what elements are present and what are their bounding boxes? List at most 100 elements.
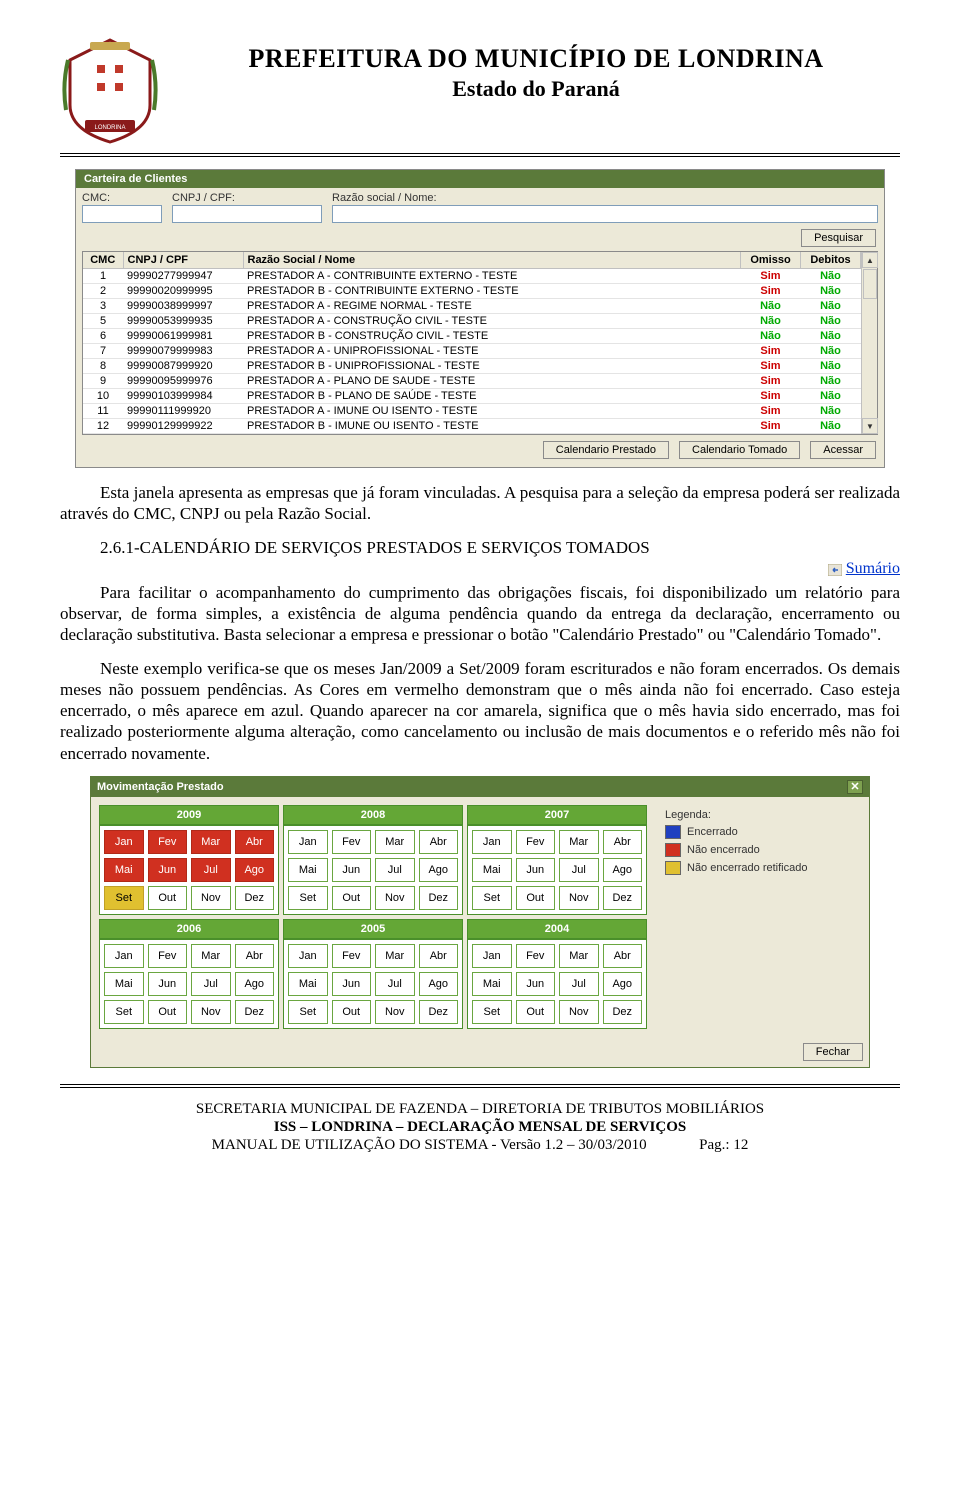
month-2006-fev[interactable]: Fev	[148, 944, 188, 968]
table-row[interactable]: 999990095999976PRESTADOR A - PLANO DE SA…	[83, 374, 861, 389]
month-2004-fev[interactable]: Fev	[516, 944, 556, 968]
month-2009-abr[interactable]: Abr	[235, 830, 275, 854]
month-2008-set[interactable]: Set	[288, 886, 328, 910]
month-2007-jul[interactable]: Jul	[559, 858, 599, 882]
month-2006-mai[interactable]: Mai	[104, 972, 144, 996]
month-2005-ago[interactable]: Ago	[419, 972, 459, 996]
month-2004-jan[interactable]: Jan	[472, 944, 512, 968]
month-2004-jul[interactable]: Jul	[559, 972, 599, 996]
month-2005-jun[interactable]: Jun	[332, 972, 372, 996]
cmc-input[interactable]	[82, 205, 162, 223]
month-2006-jun[interactable]: Jun	[148, 972, 188, 996]
scroll-down-icon[interactable]: ▼	[862, 418, 878, 434]
col-debitos[interactable]: Debitos	[801, 252, 861, 269]
razao-input[interactable]	[332, 205, 878, 223]
month-2004-nov[interactable]: Nov	[559, 1000, 599, 1024]
month-2008-nov[interactable]: Nov	[375, 886, 415, 910]
sumario-back-icon[interactable]	[828, 564, 842, 576]
month-2006-abr[interactable]: Abr	[235, 944, 275, 968]
month-2007-jan[interactable]: Jan	[472, 830, 512, 854]
pesquisar-button[interactable]: Pesquisar	[801, 229, 876, 247]
month-2004-ago[interactable]: Ago	[603, 972, 643, 996]
month-2009-mar[interactable]: Mar	[191, 830, 231, 854]
acessar-button[interactable]: Acessar	[810, 441, 876, 459]
table-row[interactable]: 299990020999995PRESTADOR B - CONTRIBUINT…	[83, 284, 861, 299]
table-row[interactable]: 699990061999981PRESTADOR B - CONSTRUÇÃO …	[83, 329, 861, 344]
month-2009-jun[interactable]: Jun	[148, 858, 188, 882]
month-2008-jul[interactable]: Jul	[375, 858, 415, 882]
col-razao[interactable]: Razão Social / Nome	[243, 252, 741, 269]
scroll-thumb[interactable]	[863, 269, 877, 299]
col-omisso[interactable]: Omisso	[741, 252, 801, 269]
table-row[interactable]: 199990277999947PRESTADOR A - CONTRIBUINT…	[83, 269, 861, 284]
table-row[interactable]: 799990079999983PRESTADOR A - UNIPROFISSI…	[83, 344, 861, 359]
month-2004-abr[interactable]: Abr	[603, 944, 643, 968]
calendario-prestado-button[interactable]: Calendario Prestado	[543, 441, 669, 459]
month-2007-set[interactable]: Set	[472, 886, 512, 910]
month-2007-dez[interactable]: Dez	[603, 886, 643, 910]
table-row[interactable]: 1199990111999920PRESTADOR A - IMUNE OU I…	[83, 404, 861, 419]
month-2006-set[interactable]: Set	[104, 1000, 144, 1024]
month-2006-mar[interactable]: Mar	[191, 944, 231, 968]
table-row[interactable]: 1299990129999922PRESTADOR B - IMUNE OU I…	[83, 419, 861, 434]
scroll-up-icon[interactable]: ▲	[862, 252, 878, 268]
cnpj-input[interactable]	[172, 205, 322, 223]
month-2005-nov[interactable]: Nov	[375, 1000, 415, 1024]
month-2004-mai[interactable]: Mai	[472, 972, 512, 996]
month-2006-nov[interactable]: Nov	[191, 1000, 231, 1024]
grid-scrollbar[interactable]: ▲ ▼	[861, 252, 877, 434]
month-2006-jul[interactable]: Jul	[191, 972, 231, 996]
month-2009-mai[interactable]: Mai	[104, 858, 144, 882]
month-2009-nov[interactable]: Nov	[191, 886, 231, 910]
col-cmc[interactable]: CMC	[83, 252, 123, 269]
month-2007-mar[interactable]: Mar	[559, 830, 599, 854]
month-2008-dez[interactable]: Dez	[419, 886, 459, 910]
month-2006-dez[interactable]: Dez	[235, 1000, 275, 1024]
table-row[interactable]: 399990038999997PRESTADOR A - REGIME NORM…	[83, 299, 861, 314]
month-2005-set[interactable]: Set	[288, 1000, 328, 1024]
month-2009-set[interactable]: Set	[104, 886, 144, 910]
month-2007-nov[interactable]: Nov	[559, 886, 599, 910]
month-2008-jun[interactable]: Jun	[332, 858, 372, 882]
month-2006-out[interactable]: Out	[148, 1000, 188, 1024]
month-2005-jan[interactable]: Jan	[288, 944, 328, 968]
close-icon[interactable]: ✕	[847, 780, 863, 794]
month-2004-set[interactable]: Set	[472, 1000, 512, 1024]
fechar-button[interactable]: Fechar	[803, 1043, 863, 1061]
month-2004-dez[interactable]: Dez	[603, 1000, 643, 1024]
sumario-link[interactable]: Sumário	[846, 560, 900, 577]
table-row[interactable]: 599990053999935PRESTADOR A - CONSTRUÇÃO …	[83, 314, 861, 329]
month-2008-abr[interactable]: Abr	[419, 830, 459, 854]
month-2009-jan[interactable]: Jan	[104, 830, 144, 854]
month-2009-out[interactable]: Out	[148, 886, 188, 910]
month-2005-jul[interactable]: Jul	[375, 972, 415, 996]
month-2007-ago[interactable]: Ago	[603, 858, 643, 882]
table-row[interactable]: 1099990103999984PRESTADOR B - PLANO DE S…	[83, 389, 861, 404]
month-2005-abr[interactable]: Abr	[419, 944, 459, 968]
month-2009-fev[interactable]: Fev	[148, 830, 188, 854]
month-2005-mai[interactable]: Mai	[288, 972, 328, 996]
month-2005-fev[interactable]: Fev	[332, 944, 372, 968]
month-2004-out[interactable]: Out	[516, 1000, 556, 1024]
calendario-tomado-button[interactable]: Calendario Tomado	[679, 441, 800, 459]
month-2007-out[interactable]: Out	[516, 886, 556, 910]
month-2008-mar[interactable]: Mar	[375, 830, 415, 854]
month-2005-mar[interactable]: Mar	[375, 944, 415, 968]
month-2004-jun[interactable]: Jun	[516, 972, 556, 996]
month-2004-mar[interactable]: Mar	[559, 944, 599, 968]
month-2005-dez[interactable]: Dez	[419, 1000, 459, 1024]
month-2006-ago[interactable]: Ago	[235, 972, 275, 996]
month-2008-ago[interactable]: Ago	[419, 858, 459, 882]
month-2007-mai[interactable]: Mai	[472, 858, 512, 882]
table-row[interactable]: 899990087999920PRESTADOR B - UNIPROFISSI…	[83, 359, 861, 374]
month-2005-out[interactable]: Out	[332, 1000, 372, 1024]
month-2007-abr[interactable]: Abr	[603, 830, 643, 854]
month-2008-fev[interactable]: Fev	[332, 830, 372, 854]
month-2009-jul[interactable]: Jul	[191, 858, 231, 882]
month-2009-ago[interactable]: Ago	[235, 858, 275, 882]
month-2007-jun[interactable]: Jun	[516, 858, 556, 882]
col-cnpj[interactable]: CNPJ / CPF	[123, 252, 243, 269]
month-2006-jan[interactable]: Jan	[104, 944, 144, 968]
month-2008-mai[interactable]: Mai	[288, 858, 328, 882]
month-2007-fev[interactable]: Fev	[516, 830, 556, 854]
